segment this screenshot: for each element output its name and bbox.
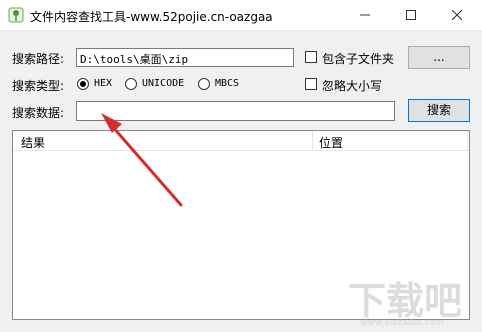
watermark-logo-icon: 下载吧 — [348, 279, 462, 320]
watermark-text: 下载吧 — [348, 279, 462, 320]
watermark-subtext: www.xiazaiba.com — [360, 318, 444, 328]
